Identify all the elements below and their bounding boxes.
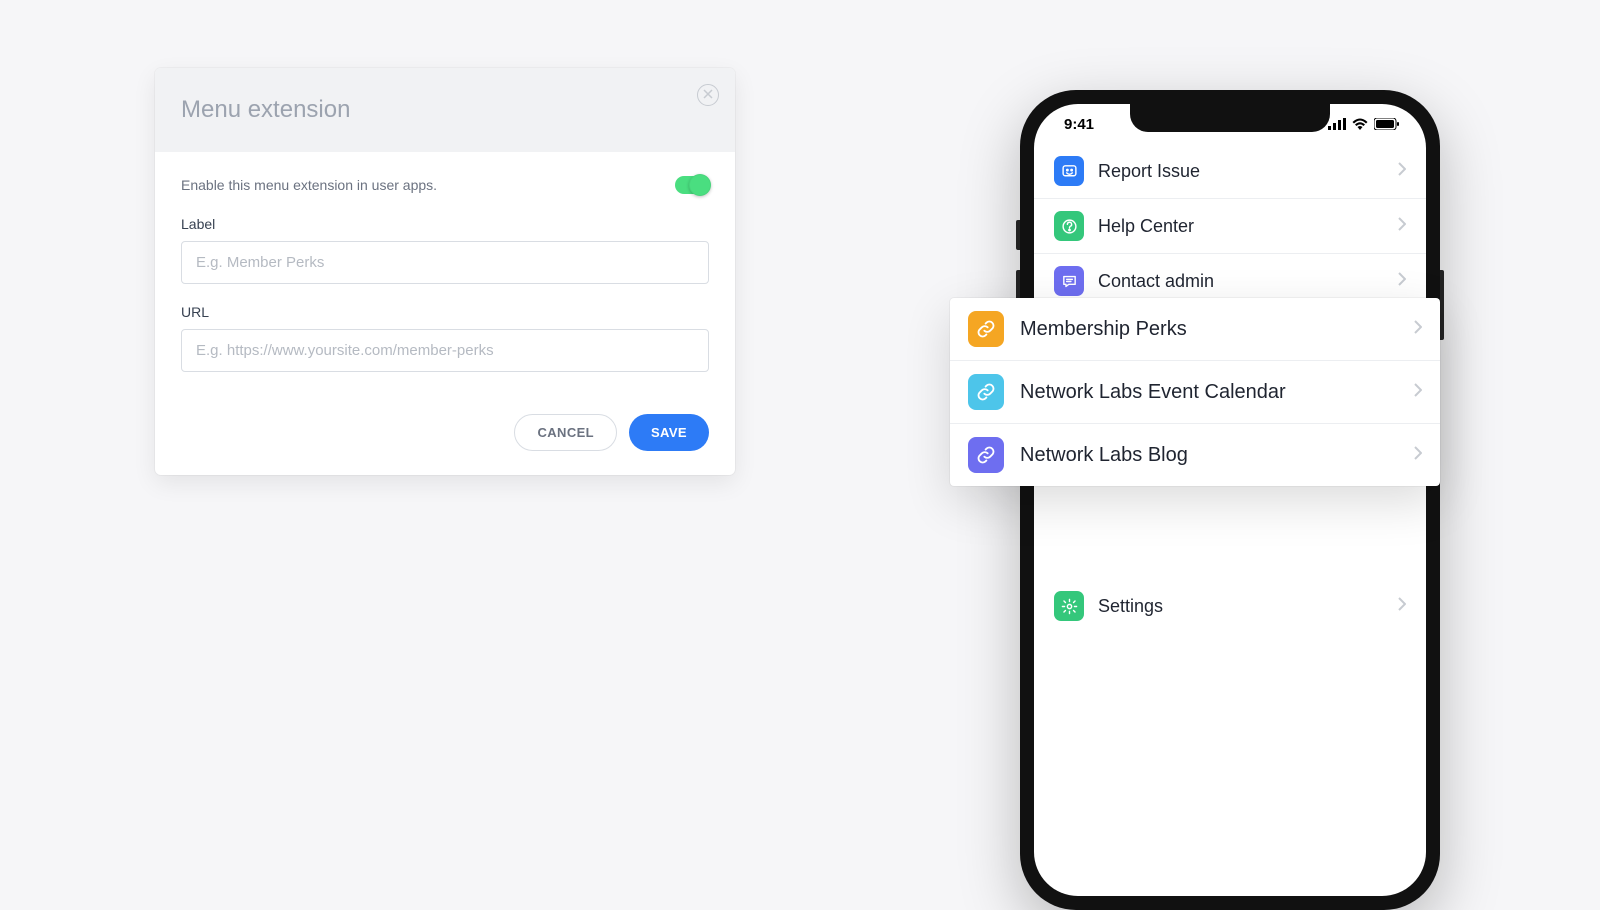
enable-description: Enable this menu extension in user apps. <box>181 177 437 193</box>
phone-notch <box>1130 104 1330 132</box>
menu-item-label: Settings <box>1098 596 1384 617</box>
url-input[interactable] <box>181 329 709 372</box>
dialog-title: Menu extension <box>181 96 709 124</box>
url-field-caption: URL <box>181 304 709 320</box>
chevron-right-icon <box>1398 272 1406 291</box>
chevron-right-icon <box>1414 320 1422 339</box>
link-icon <box>968 437 1004 473</box>
link-icon <box>968 311 1004 347</box>
chevron-right-icon <box>1398 217 1406 236</box>
extension-label: Membership Perks <box>1020 318 1398 341</box>
extension-item-blog[interactable]: Network Labs Blog <box>950 424 1440 486</box>
toggle-knob <box>689 174 711 196</box>
signal-icon <box>1328 118 1346 130</box>
menu-item-label: Contact admin <box>1098 271 1384 292</box>
close-button[interactable] <box>697 84 719 106</box>
extension-item-membership-perks[interactable]: Membership Perks <box>950 298 1440 361</box>
cancel-button[interactable]: CANCEL <box>514 414 617 451</box>
phone-side-button <box>1440 270 1444 340</box>
menu-extension-dialog: Menu extension Enable this menu extensio… <box>155 68 735 475</box>
extension-label: Network Labs Blog <box>1020 444 1398 467</box>
extension-item-event-calendar[interactable]: Network Labs Event Calendar <box>950 361 1440 424</box>
link-icon <box>968 374 1004 410</box>
save-button[interactable]: SAVE <box>629 414 709 451</box>
phone-side-button <box>1016 220 1020 250</box>
label-input[interactable] <box>181 241 709 284</box>
status-time: 9:41 <box>1064 116 1094 133</box>
menu-item-report-issue[interactable]: Report Issue <box>1034 144 1426 199</box>
wifi-icon <box>1352 118 1368 130</box>
label-field-caption: Label <box>181 216 709 232</box>
dialog-header: Menu extension <box>155 68 735 152</box>
menu-item-label: Help Center <box>1098 216 1384 237</box>
chevron-right-icon <box>1414 446 1422 465</box>
enable-toggle[interactable] <box>675 176 709 194</box>
battery-icon <box>1374 118 1400 130</box>
chevron-right-icon <box>1398 162 1406 181</box>
phone-frame: 9:41 Report Issue <box>1020 90 1440 910</box>
extensions-popout: Membership Perks Network Labs Event Cale… <box>950 298 1440 486</box>
menu-item-label: Report Issue <box>1098 161 1384 182</box>
chevron-right-icon <box>1398 597 1406 616</box>
menu-item-help-center[interactable]: Help Center <box>1034 199 1426 254</box>
close-icon <box>703 88 713 102</box>
settings-icon <box>1054 591 1084 621</box>
menu-item-settings[interactable]: Settings <box>1034 579 1426 633</box>
contact-icon <box>1054 266 1084 296</box>
help-icon <box>1054 211 1084 241</box>
chevron-right-icon <box>1414 383 1422 402</box>
report-icon <box>1054 156 1084 186</box>
extension-label: Network Labs Event Calendar <box>1020 381 1398 404</box>
